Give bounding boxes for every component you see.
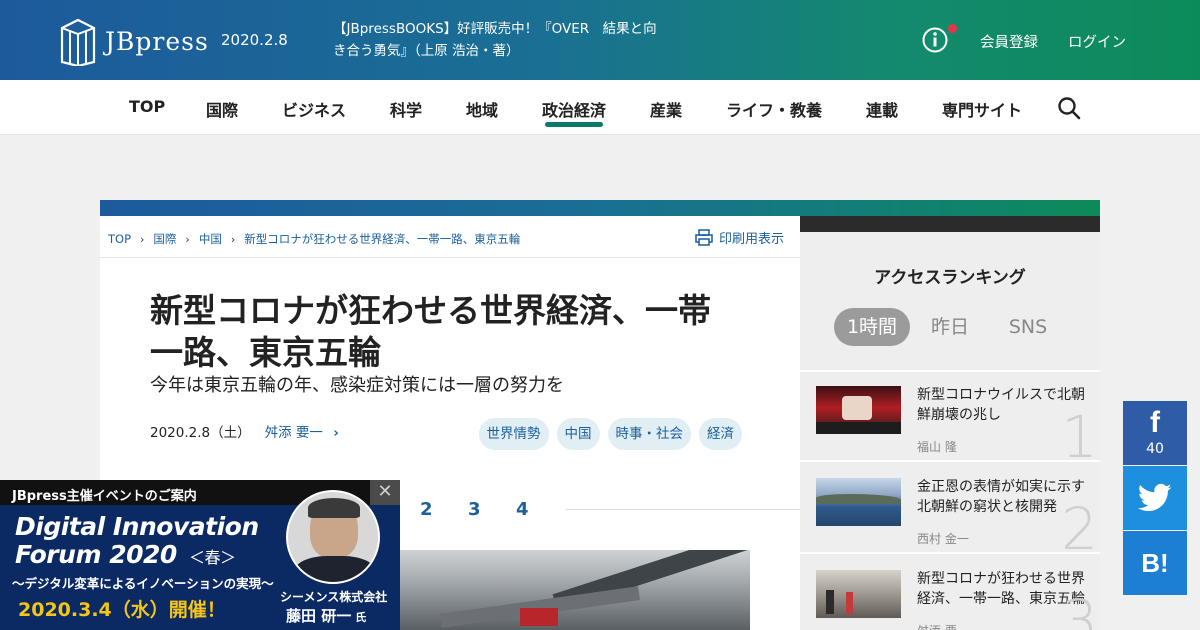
article-meta: 2020.2.8（土） 舛添 要一 › bbox=[150, 421, 339, 441]
nav-item-life-culture[interactable]: ライフ・教養 bbox=[726, 97, 822, 121]
ranking-author: 福山 隆 bbox=[917, 440, 957, 454]
event-title: Digital Innovation Forum 2020 ＜春＞ bbox=[15, 513, 259, 572]
speaker-honorific: 氏 bbox=[355, 611, 367, 624]
info-icon[interactable] bbox=[922, 27, 948, 53]
breadcrumb-top[interactable]: TOP bbox=[108, 232, 131, 246]
ranking-item[interactable]: 新型コロナが狂わせる世界経済、一帯一路、東京五輪 舛添 要一 3 bbox=[800, 556, 1100, 630]
ranking-thumbnail bbox=[816, 386, 901, 434]
speaker-name-text: 藤田 研一 bbox=[286, 607, 352, 625]
breadcrumb: TOP › 国際 › 中国 › 新型コロナが狂わせる世界経済、一帯一路、東京五輪 bbox=[108, 231, 520, 247]
site-logo[interactable]: JBpress bbox=[60, 15, 209, 67]
breadcrumb-international[interactable]: 国際 bbox=[153, 231, 176, 247]
event-title-line-2-text: Forum 2020 bbox=[15, 540, 177, 569]
article-photo bbox=[400, 550, 750, 630]
pager-divider bbox=[566, 509, 800, 510]
event-title-suffix: ＜春＞ bbox=[189, 548, 236, 567]
facebook-share-count: 40 bbox=[1146, 441, 1164, 457]
article-tags: 世界情勢 中国 時事・社会 経済 bbox=[478, 418, 742, 450]
breadcrumb-separator-icon: › bbox=[230, 232, 236, 246]
chevron-right-icon: › bbox=[333, 425, 339, 441]
printer-icon bbox=[695, 229, 713, 246]
ranking-thumbnail bbox=[816, 570, 901, 618]
close-icon[interactable]: ✕ bbox=[370, 480, 400, 505]
nav-active-indicator bbox=[545, 122, 603, 127]
facebook-share-button[interactable]: f 40 bbox=[1123, 401, 1187, 465]
ranking-author: 西村 金一 bbox=[917, 532, 969, 546]
print-label: 印刷用表示 bbox=[718, 232, 784, 247]
ranking-number: 1 bbox=[1061, 403, 1098, 471]
article-top-bar bbox=[100, 200, 1100, 216]
logo-text: JBpress bbox=[105, 26, 209, 56]
nav-item-science[interactable]: 科学 bbox=[390, 97, 422, 121]
logo-mark-icon bbox=[60, 18, 96, 66]
ranking-title: アクセスランキング bbox=[874, 268, 1026, 288]
ranking-number: 3 bbox=[1061, 587, 1098, 630]
header-date: 2020.2.8 bbox=[221, 31, 288, 49]
promo-line-2: き合う勇気』（上原 浩治・著） bbox=[333, 43, 520, 59]
event-date: 2020.3.4（水）開催！ bbox=[18, 599, 226, 621]
promo-line-1: 【JBpressBOOKS】好評販売中！『OVER 結果と向 bbox=[333, 21, 657, 37]
breadcrumb-separator-icon: › bbox=[185, 232, 190, 246]
ranking-thumbnail bbox=[816, 478, 901, 526]
ranking-sidebar: アクセスランキング 1時間 昨日 SNS 新型コロナウイルスで北朝鮮崩壊の兆し … bbox=[800, 216, 1100, 630]
login-link[interactable]: ログイン bbox=[1068, 31, 1126, 52]
nav-item-international[interactable]: 国際 bbox=[206, 97, 238, 121]
divider bbox=[100, 257, 800, 258]
twitter-share-button[interactable] bbox=[1123, 466, 1187, 530]
event-banner[interactable]: JBpress主催イベントのご案内 ✕ Digital Innovation F… bbox=[0, 480, 400, 630]
tab-yesterday[interactable]: 昨日 bbox=[918, 308, 982, 346]
event-title-line-2: Forum 2020 ＜春＞ bbox=[15, 541, 259, 572]
facebook-icon: f bbox=[1150, 406, 1160, 439]
nav-item-specialty-sites[interactable]: 専門サイト bbox=[942, 97, 1022, 121]
ranking-item[interactable]: 金正恩の表情が如実に示す北朝鮮の窮状と核開発 西村 金一 2 bbox=[800, 464, 1100, 558]
tab-sns[interactable]: SNS bbox=[996, 308, 1060, 346]
tag-china[interactable]: 中国 bbox=[556, 418, 600, 450]
nav-item-region[interactable]: 地域 bbox=[466, 97, 498, 121]
author-name: 舛添 要一 bbox=[264, 425, 323, 441]
tag-current-affairs[interactable]: 時事・社会 bbox=[607, 418, 691, 450]
nav-item-industry[interactable]: 産業 bbox=[650, 97, 682, 121]
breadcrumb-separator-icon: › bbox=[140, 232, 145, 246]
article-title-line-1: 新型コロナが狂わせる世界経済、一帯 bbox=[150, 291, 711, 330]
event-title-line-1: Digital Innovation bbox=[15, 512, 259, 541]
main-nav: TOP 国際 ビジネス 科学 地域 政治経済 産業 ライフ・教養 連載 専門サイ… bbox=[0, 80, 1200, 135]
author-link[interactable]: 舛添 要一 › bbox=[265, 421, 339, 441]
twitter-bird-icon bbox=[1137, 483, 1172, 512]
breadcrumb-china[interactable]: 中国 bbox=[199, 231, 222, 247]
article-title-line-2: 一路、東京五輪 bbox=[150, 333, 381, 372]
page-link-2[interactable]: 2 bbox=[420, 499, 433, 520]
tab-1-hour[interactable]: 1時間 bbox=[834, 308, 910, 346]
article-subtitle: 今年は東京五輪の年、感染症対策には一層の努力を bbox=[150, 375, 564, 396]
article-title: 新型コロナが狂わせる世界経済、一帯 一路、東京五輪 bbox=[150, 290, 750, 374]
speaker-name: 藤田 研一氏 bbox=[286, 605, 366, 626]
print-button[interactable]: 印刷用表示 bbox=[695, 228, 784, 247]
ranking-number: 2 bbox=[1061, 495, 1098, 563]
site-header: JBpress 2020.2.8 【JBpressBOOKS】好評販売中！『OV… bbox=[0, 0, 1200, 80]
article-date: 2020.2.8（土） bbox=[150, 425, 251, 441]
tag-world-affairs[interactable]: 世界情勢 bbox=[478, 418, 549, 450]
page-link-3[interactable]: 3 bbox=[468, 499, 481, 520]
tag-economy[interactable]: 経済 bbox=[699, 418, 742, 450]
nav-item-series[interactable]: 連載 bbox=[866, 97, 898, 121]
nav-item-politics-economy[interactable]: 政治経済 bbox=[542, 97, 606, 121]
breadcrumb-current[interactable]: 新型コロナが狂わせる世界経済、一帯一路、東京五輪 bbox=[244, 231, 520, 247]
speaker-company: シーメンス株式会社 bbox=[280, 590, 388, 604]
hatena-bookmark-button[interactable]: B! bbox=[1123, 531, 1187, 595]
header-promo-link[interactable]: 【JBpressBOOKS】好評販売中！『OVER 結果と向 き合う勇気』（上原… bbox=[333, 18, 683, 62]
hatena-bookmark-icon: B! bbox=[1141, 548, 1169, 578]
search-icon[interactable] bbox=[1057, 96, 1081, 120]
sidebar-top-bar bbox=[800, 216, 1100, 232]
page-link-4[interactable]: 4 bbox=[516, 499, 529, 520]
ranking-author: 舛添 要一 bbox=[917, 622, 969, 630]
nav-item-business[interactable]: ビジネス bbox=[282, 97, 346, 121]
speaker-photo bbox=[286, 490, 380, 584]
notification-dot bbox=[948, 24, 957, 33]
ranking-item[interactable]: 新型コロナウイルスで北朝鮮崩壊の兆し 福山 隆 1 bbox=[800, 372, 1100, 466]
event-subtitle: ～デジタル変革によるイノベーションの実現～ bbox=[12, 576, 274, 591]
register-link[interactable]: 会員登録 bbox=[980, 31, 1038, 52]
nav-item-top[interactable]: TOP bbox=[129, 97, 165, 116]
